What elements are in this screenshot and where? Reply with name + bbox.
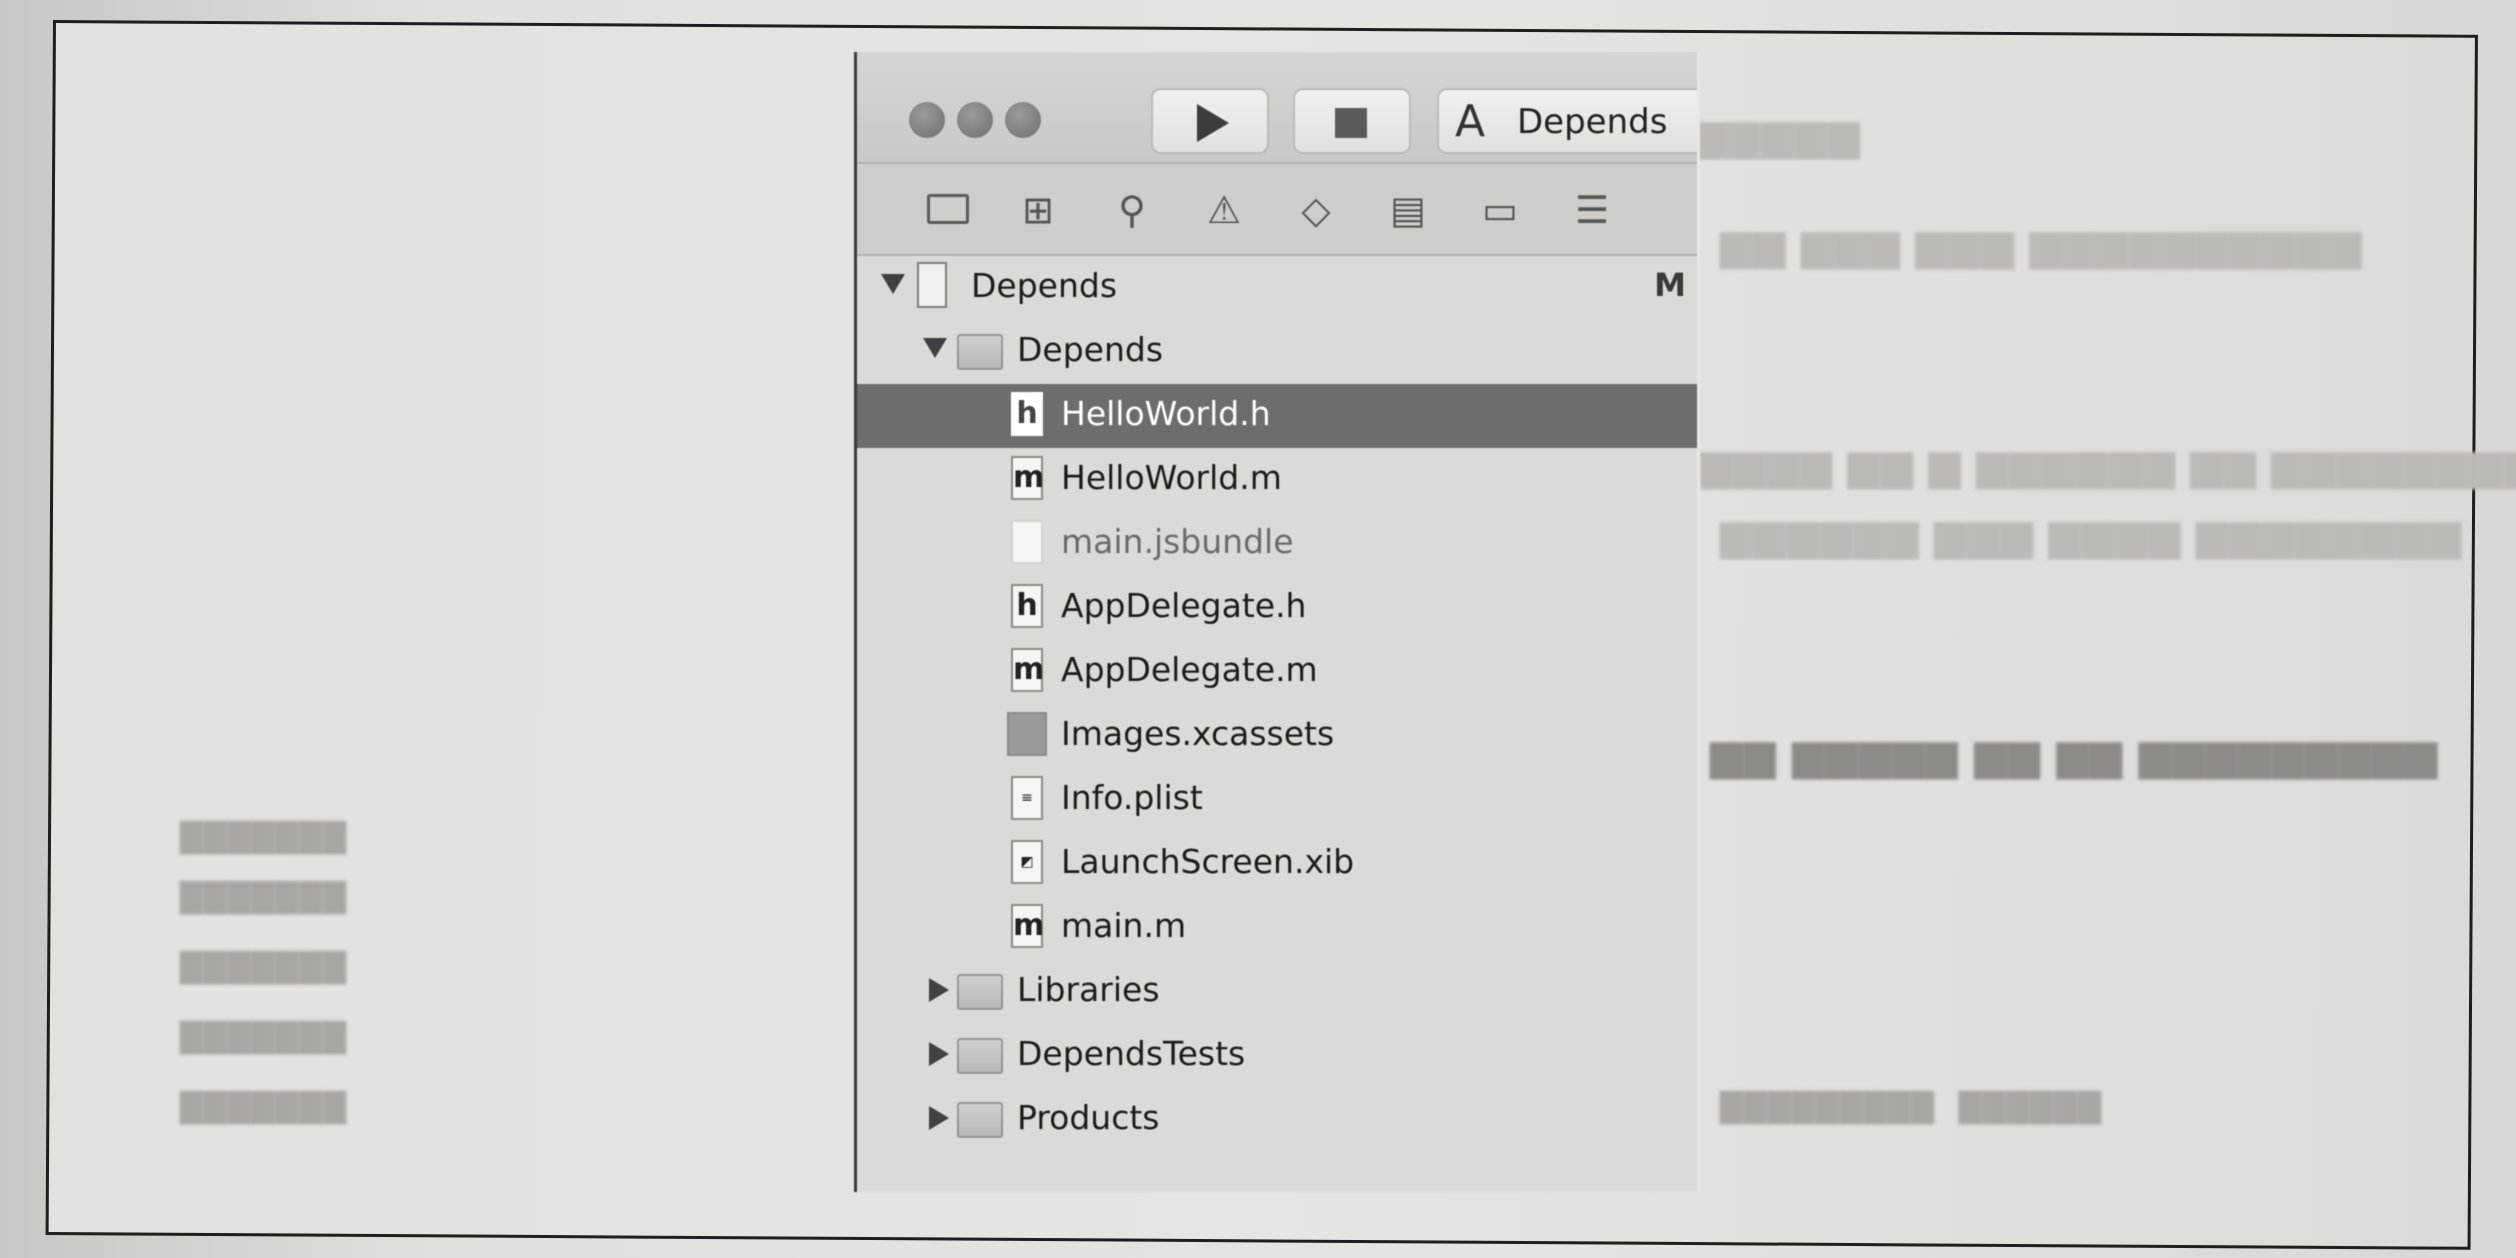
background-code: ▆▆▆▆▆▆▆▆▆ ▆▆▆▆▆▆: [1720, 1080, 2103, 1124]
background-code: ▆▆▆▆▆▆▆: [180, 870, 348, 914]
tree-row-label: HelloWorld.m: [1061, 458, 1282, 497]
tree-row-label: AppDelegate.h: [1061, 586, 1307, 625]
tree-row-file[interactable]: m main.m: [857, 896, 1700, 960]
report-icon[interactable]: ☰: [1569, 190, 1615, 230]
tree-row-label: main.jsbundle: [1061, 522, 1294, 561]
tree-row-label: Info.plist: [1061, 778, 1203, 817]
implementation-file-icon: m: [1011, 456, 1044, 500]
plist-file-icon: ≡: [1011, 776, 1043, 820]
stop-icon: [1335, 108, 1367, 138]
background-code: ▆▆▆▆▆▆▆: [180, 810, 348, 854]
close-window-button[interactable]: [909, 102, 945, 138]
background-text: ▆▆▆▆▆▆ ▆▆▆ ▆▆▆▆ ▆▆▆▆▆▆▆▆: [1720, 510, 2463, 559]
asset-catalog-icon: [1007, 712, 1047, 756]
project-navigator: Depends M Depends h HelloWorld.h m Hello…: [857, 256, 1700, 1192]
tree-row-label: LaunchScreen.xib: [1061, 842, 1355, 881]
disclosure-triangle-icon[interactable]: [929, 978, 949, 1002]
tree-row-file-selected[interactable]: h HelloWorld.h: [857, 384, 1700, 448]
search-icon[interactable]: ⚲: [1109, 190, 1155, 230]
tree-row-group[interactable]: Depends: [857, 320, 1700, 384]
background-code: ▆▆▆▆▆▆▆: [180, 1080, 348, 1124]
zoom-window-button[interactable]: [1005, 102, 1041, 138]
tree-row-file[interactable]: m AppDelegate.m: [857, 640, 1700, 704]
tree-row-group-collapsed[interactable]: Products: [857, 1088, 1700, 1152]
folder-icon: [957, 974, 1003, 1010]
header-file-icon: h: [1011, 584, 1043, 628]
tree-row-group-collapsed[interactable]: Libraries: [857, 960, 1700, 1024]
folder-icon[interactable]: [927, 194, 969, 224]
tree-row-file[interactable]: m HelloWorld.m: [857, 448, 1700, 512]
navigator-selector-bar: ⊞ ⚲ ⚠ ◇ ▤ ▭ ☰: [857, 164, 1700, 256]
tree-row-label: Products: [1017, 1098, 1160, 1137]
tree-row-file[interactable]: h AppDelegate.h: [857, 576, 1700, 640]
tree-row-label: DependsTests: [1017, 1034, 1246, 1073]
tree-row-file[interactable]: ◩ LaunchScreen.xib: [857, 832, 1700, 896]
background-text: ▆▆▆▆ ▆▆ ▆ ▆▆▆▆▆▆ ▆▆ ▆▆▆▆▆▆▆▆: [1700, 440, 2516, 489]
folder-icon: [957, 1102, 1003, 1138]
test-icon[interactable]: ◇: [1293, 190, 1339, 230]
book-page: ▆▆▆ ▆▆▆▆▆ ▆▆ ▆▆▆ ▆▆▆ ▆▆▆▆▆▆▆▆▆▆ ▆▆▆▆ ▆▆ …: [0, 0, 2516, 1258]
implementation-file-icon: m: [1011, 904, 1044, 948]
app-target-icon: A: [1455, 96, 1486, 147]
disclosure-triangle-icon[interactable]: [929, 1106, 949, 1130]
implementation-file-icon: m: [1011, 648, 1044, 692]
tree-row-file[interactable]: main.jsbundle: [857, 512, 1700, 576]
tree-row-label: Depends: [1017, 330, 1164, 369]
folder-icon: [957, 334, 1003, 370]
run-button[interactable]: [1151, 88, 1269, 154]
interface-file-icon: ◩: [1011, 840, 1043, 884]
tree-row-file[interactable]: Images.xcassets: [857, 704, 1700, 768]
play-icon: [1197, 104, 1229, 142]
breakpoint-icon[interactable]: ▭: [1477, 190, 1523, 230]
hierarchy-icon[interactable]: ⊞: [1015, 190, 1061, 230]
scheme-selector[interactable]: A Depends: [1437, 88, 1700, 154]
tree-row-label: Libraries: [1017, 970, 1160, 1009]
background-code: ▆▆▆▆▆▆▆: [180, 940, 348, 984]
tree-row-file[interactable]: ≡ Info.plist: [857, 768, 1700, 832]
tree-row-project[interactable]: Depends M: [857, 256, 1700, 320]
tree-row-label: main.m: [1061, 906, 1187, 945]
header-file-icon: h: [1011, 392, 1043, 436]
tree-row-label: Depends: [971, 266, 1118, 305]
warning-icon[interactable]: ⚠: [1201, 190, 1247, 230]
disclosure-triangle-icon[interactable]: [923, 338, 947, 358]
tree-row-label: AppDelegate.m: [1061, 650, 1318, 689]
folder-icon: [957, 1038, 1003, 1074]
background-text: ▆▆ ▆▆▆ ▆▆▆ ▆▆▆▆▆▆▆▆▆▆: [1720, 220, 2363, 269]
tree-row-group-collapsed[interactable]: DependsTests: [857, 1024, 1700, 1088]
disclosure-triangle-icon[interactable]: [929, 1042, 949, 1066]
background-text: ▆▆ ▆▆▆▆▆ ▆▆ ▆▆ ▆▆▆▆▆▆▆▆▆: [1710, 730, 2439, 779]
tree-row-label: Images.xcassets: [1061, 714, 1335, 753]
blank-file-icon: [1011, 520, 1043, 564]
stop-button[interactable]: [1293, 88, 1411, 154]
debug-icon[interactable]: ▤: [1385, 190, 1431, 230]
window-toolbar: A Depends: [857, 52, 1700, 164]
modified-badge: M: [1654, 266, 1686, 304]
background-code: ▆▆▆▆▆▆▆: [180, 1010, 348, 1054]
panel-edge: [1697, 52, 1700, 1192]
scheme-label: Depends: [1517, 102, 1668, 142]
tree-row-label: HelloWorld.h: [1061, 394, 1271, 433]
project-file-icon: [917, 262, 947, 308]
xcode-window: A Depends ⊞ ⚲ ⚠ ◇ ▤ ▭ ☰ Depends M Depend…: [857, 52, 1700, 1192]
minimize-window-button[interactable]: [957, 102, 993, 138]
disclosure-triangle-icon[interactable]: [881, 274, 905, 294]
